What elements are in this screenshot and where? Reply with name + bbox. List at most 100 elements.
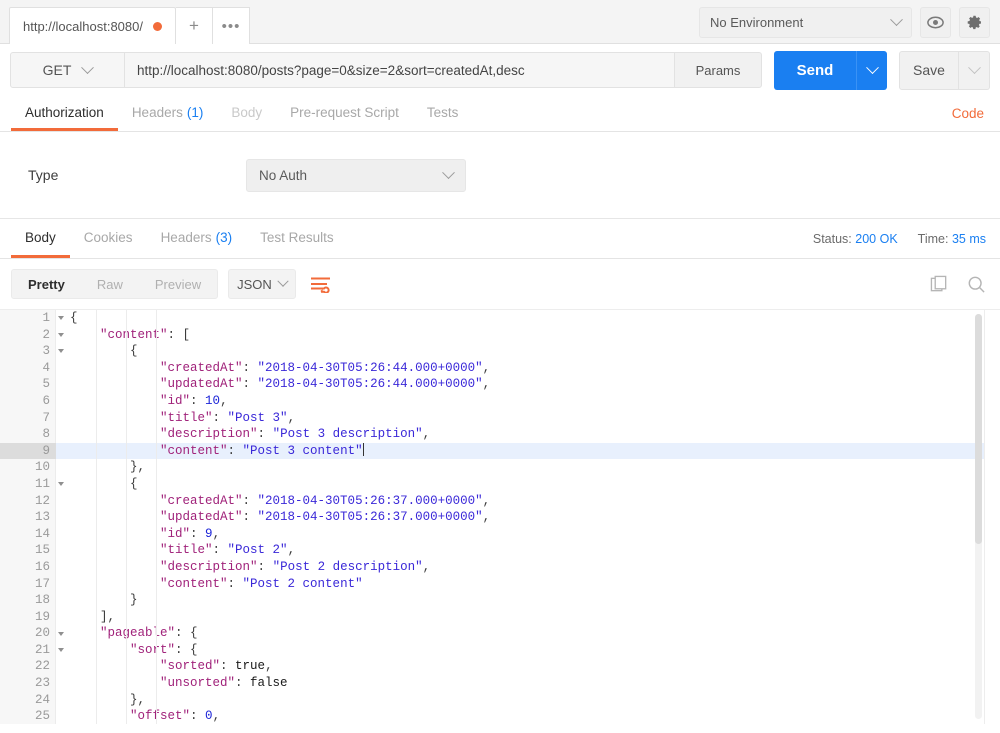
code-link-label: Code — [952, 106, 984, 121]
code-line: 19 ], — [0, 609, 1000, 626]
response-body-viewer[interactable]: 1{2 "content": [3 {4 "createdAt": "2018-… — [0, 309, 1000, 724]
tab-response-headers-count: (3) — [216, 230, 233, 245]
chevron-down-icon — [82, 61, 95, 74]
code-line-text: "id": 9, — [56, 526, 220, 543]
view-mode-preview[interactable]: Preview — [139, 270, 217, 298]
auth-type-label: Type — [28, 167, 246, 183]
time-value: 35 ms — [952, 232, 986, 246]
chevron-down-icon — [968, 61, 981, 74]
line-number: 25 — [0, 708, 56, 724]
unsaved-dot-icon — [153, 22, 162, 31]
tab-response-cookies[interactable]: Cookies — [70, 219, 147, 258]
line-number: 7 — [0, 410, 56, 427]
copy-icon — [930, 275, 949, 294]
code-line-text: { — [56, 310, 78, 327]
wrap-lines-icon — [310, 276, 331, 293]
line-number: 12 — [0, 493, 56, 510]
save-button-group: Save — [899, 51, 990, 90]
new-tab-button[interactable]: + — [176, 7, 213, 44]
tab-authorization[interactable]: Authorization — [11, 96, 118, 131]
settings-button[interactable] — [959, 7, 990, 38]
line-number: 4 — [0, 360, 56, 377]
view-mode-pretty[interactable]: Pretty — [12, 270, 81, 298]
code-link[interactable]: Code — [952, 96, 1000, 131]
tab-response-headers-label: Headers — [161, 230, 212, 245]
response-format-selector[interactable]: JSON — [228, 269, 296, 299]
code-line: 13 "updatedAt": "2018-04-30T05:26:37.000… — [0, 509, 1000, 526]
response-toolbar: Pretty Raw Preview JSON — [0, 259, 1000, 309]
environment-quick-look-button[interactable] — [920, 7, 951, 38]
code-line-text: "updatedAt": "2018-04-30T05:26:44.000+00… — [56, 376, 490, 393]
tab-pre-request-script[interactable]: Pre-request Script — [276, 96, 413, 131]
search-icon — [967, 275, 986, 294]
code-line: 21 "sort": { — [0, 642, 1000, 659]
code-line: 1{ — [0, 310, 1000, 327]
tab-options-button[interactable]: ••• — [213, 7, 250, 44]
tab-test-results[interactable]: Test Results — [246, 219, 348, 258]
view-mode-group: Pretty Raw Preview — [11, 269, 218, 299]
environment-label: No Environment — [710, 15, 803, 30]
save-options-button[interactable] — [959, 51, 990, 90]
code-line-text: "updatedAt": "2018-04-30T05:26:37.000+00… — [56, 509, 490, 526]
code-line: 17 "content": "Post 2 content" — [0, 576, 1000, 593]
http-method-selector[interactable]: GET — [10, 52, 125, 88]
wrap-lines-button[interactable] — [306, 270, 334, 298]
auth-type-selector[interactable]: No Auth — [246, 159, 466, 192]
send-button[interactable]: Send — [774, 51, 856, 90]
tab-response-cookies-label: Cookies — [84, 230, 133, 245]
time-badge: Time: 35 ms — [918, 232, 986, 246]
view-mode-preview-label: Preview — [155, 277, 201, 292]
response-scrollbar-track[interactable] — [975, 314, 982, 719]
save-button[interactable]: Save — [899, 51, 959, 90]
code-line: 2 "content": [ — [0, 327, 1000, 344]
url-input[interactable]: http://localhost:8080/posts?page=0&size=… — [125, 52, 674, 88]
line-number: 17 — [0, 576, 56, 593]
code-line: 7 "title": "Post 3", — [0, 410, 1000, 427]
status-value: 200 OK — [855, 232, 897, 246]
line-number: 8 — [0, 426, 56, 443]
indent-guide — [126, 310, 127, 724]
code-line: 24 }, — [0, 692, 1000, 709]
view-mode-pretty-label: Pretty — [28, 277, 65, 292]
tab-headers-count: (1) — [187, 105, 204, 120]
code-line-text: }, — [56, 692, 145, 709]
http-method-label: GET — [43, 62, 72, 78]
code-line-text: "content": "Post 3 content" — [56, 443, 364, 460]
line-number: 19 — [0, 609, 56, 626]
code-line-text: "sorted": true, — [56, 658, 273, 675]
tab-response-body[interactable]: Body — [11, 219, 70, 258]
search-button[interactable] — [967, 275, 986, 294]
send-options-button[interactable] — [856, 51, 887, 90]
tab-tests[interactable]: Tests — [413, 96, 473, 131]
response-format-label: JSON — [237, 277, 272, 292]
line-number: 13 — [0, 509, 56, 526]
status-label: Status: — [813, 232, 852, 246]
params-button[interactable]: Params — [674, 52, 762, 88]
code-line-text: ], — [56, 609, 115, 626]
response-scrollbar-area — [984, 310, 1000, 724]
view-mode-raw[interactable]: Raw — [81, 270, 139, 298]
copy-button[interactable] — [930, 275, 949, 294]
tab-body[interactable]: Body — [217, 96, 276, 131]
ellipsis-icon: ••• — [222, 18, 241, 35]
request-tab[interactable]: http://localhost:8080/ — [9, 7, 176, 44]
code-line-text: "id": 10, — [56, 393, 228, 410]
code-line: 22 "sorted": true, — [0, 658, 1000, 675]
line-number: 22 — [0, 658, 56, 675]
send-button-group: Send — [774, 51, 887, 90]
line-number: 1 — [0, 310, 56, 327]
code-line-text: "unsorted": false — [56, 675, 288, 692]
line-number: 6 — [0, 393, 56, 410]
line-number: 3 — [0, 343, 56, 360]
environment-selector[interactable]: No Environment — [699, 7, 912, 38]
tab-response-headers[interactable]: Headers (3) — [147, 219, 247, 258]
code-line: 23 "unsorted": false — [0, 675, 1000, 692]
code-line: 25 "offset": 0, — [0, 708, 1000, 724]
tabbar-right-controls: No Environment — [699, 7, 1000, 43]
tab-headers[interactable]: Headers (1) — [118, 96, 218, 131]
tab-body-label: Body — [231, 105, 262, 120]
response-scrollbar-thumb[interactable] — [975, 314, 982, 544]
url-text: http://localhost:8080/posts?page=0&size=… — [137, 63, 525, 78]
send-label: Send — [797, 62, 834, 79]
response-meta: Status: 200 OK Time: 35 ms — [813, 219, 1000, 258]
